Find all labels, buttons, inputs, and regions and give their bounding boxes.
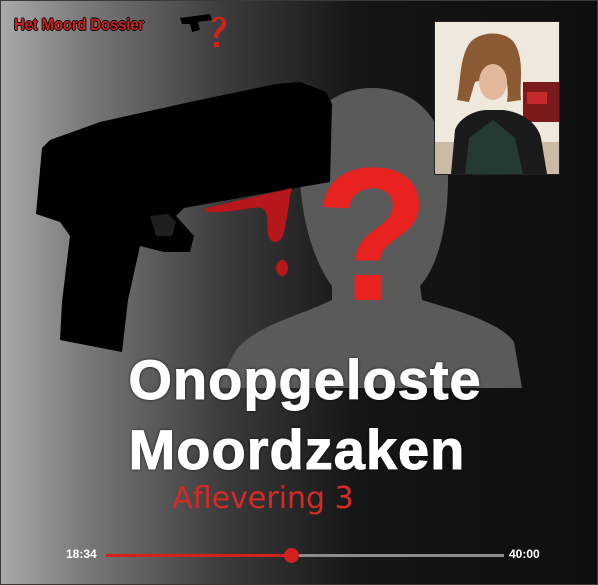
brand-logo: Het Moord Dossier	[14, 12, 227, 52]
progress-handle[interactable]	[283, 548, 299, 563]
logo-pistol-icon	[180, 14, 227, 47]
progress-track[interactable]	[106, 548, 504, 563]
pistol-icon	[36, 82, 332, 352]
current-time: 18:34	[66, 547, 97, 561]
duration: 40:00	[509, 547, 540, 561]
progress-fill	[106, 554, 291, 557]
cover-title-line-2: Moordzaken	[128, 418, 466, 481]
podcast-cover: ? Het Moord Dossier Onopgeloste Moordzak…	[0, 0, 598, 585]
question-mark-icon: ?	[314, 129, 430, 341]
logo-text: Het Moord Dossier	[14, 15, 145, 34]
episode-label: Aflevering 3	[172, 481, 354, 516]
cover-title-line-1: Onopgeloste	[128, 348, 482, 411]
victim-photo	[435, 22, 559, 174]
